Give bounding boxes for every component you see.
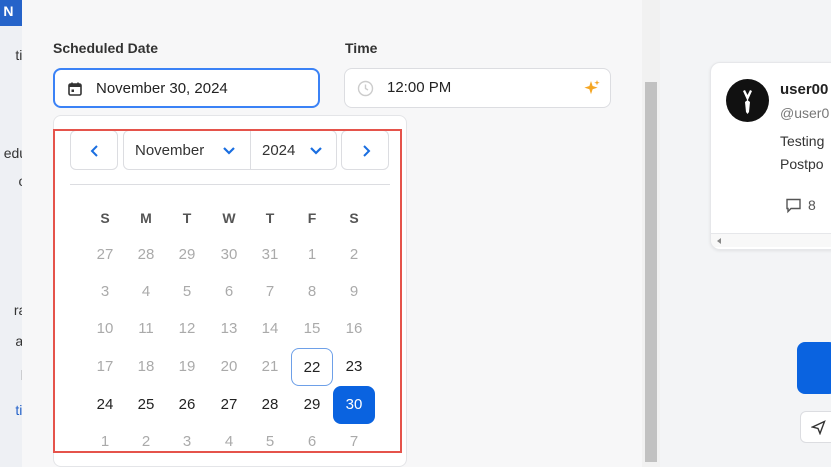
avatar bbox=[726, 79, 769, 122]
calendar-icon bbox=[67, 81, 83, 102]
comment-count: 8 bbox=[808, 197, 816, 213]
comment-icon bbox=[786, 198, 801, 214]
sidebar-header-text: r N bbox=[0, 3, 14, 19]
sidebar-item[interactable]: edule bbox=[0, 145, 22, 161]
sidebar-item[interactable]: ory bbox=[0, 173, 22, 189]
sidebar-item[interactable]: s bbox=[0, 201, 22, 217]
clock-icon bbox=[357, 80, 374, 102]
sidebar-item[interactable]: ts bbox=[0, 99, 22, 115]
sidebar-item[interactable]: lyti bbox=[0, 367, 22, 383]
scroll-left-icon[interactable] bbox=[715, 237, 723, 245]
app-sidebar: r N ting ts edule ory s rt h rary ave ly… bbox=[0, 0, 22, 467]
sidebar-item[interactable]: ave bbox=[0, 333, 22, 349]
post-text: Testing Postpo bbox=[780, 130, 824, 176]
sidebar-header: r N bbox=[0, 0, 22, 26]
sidebar-item[interactable]: rary bbox=[0, 302, 22, 318]
sparkle-icon[interactable] bbox=[583, 79, 601, 102]
post-handle: @user0 bbox=[780, 105, 830, 121]
card-horizontal-scrollbar[interactable] bbox=[711, 233, 831, 247]
post-comments[interactable]: 8 bbox=[785, 197, 816, 214]
sidebar-item[interactable]: ting bbox=[0, 47, 22, 63]
calendar-highlight-box bbox=[53, 129, 402, 453]
send-icon bbox=[811, 420, 826, 435]
post-text-line: Testing bbox=[780, 133, 825, 149]
avatar-icon bbox=[743, 90, 752, 114]
send-button[interactable] bbox=[800, 411, 831, 443]
post-preview-card: user00 @user0 Testing Postpo 8 bbox=[710, 62, 831, 250]
time-label: Time bbox=[345, 40, 378, 56]
scheduled-date-input[interactable]: November 30, 2024 bbox=[53, 68, 320, 108]
scheduled-date-value: November 30, 2024 bbox=[96, 80, 228, 97]
sidebar-item-active[interactable]: ting bbox=[0, 402, 22, 418]
primary-action-button[interactable] bbox=[797, 342, 831, 394]
post-text-line: Postpo bbox=[780, 156, 824, 172]
panel-scrollbar-thumb[interactable] bbox=[645, 82, 657, 462]
time-value: 12:00 PM bbox=[387, 79, 452, 96]
post-username: user00 bbox=[780, 81, 829, 98]
sidebar-item[interactable]: rt bbox=[0, 231, 22, 247]
sidebar-item[interactable]: h bbox=[0, 258, 22, 274]
time-input[interactable]: 12:00 PM bbox=[344, 68, 611, 108]
scheduled-date-label: Scheduled Date bbox=[53, 40, 159, 56]
